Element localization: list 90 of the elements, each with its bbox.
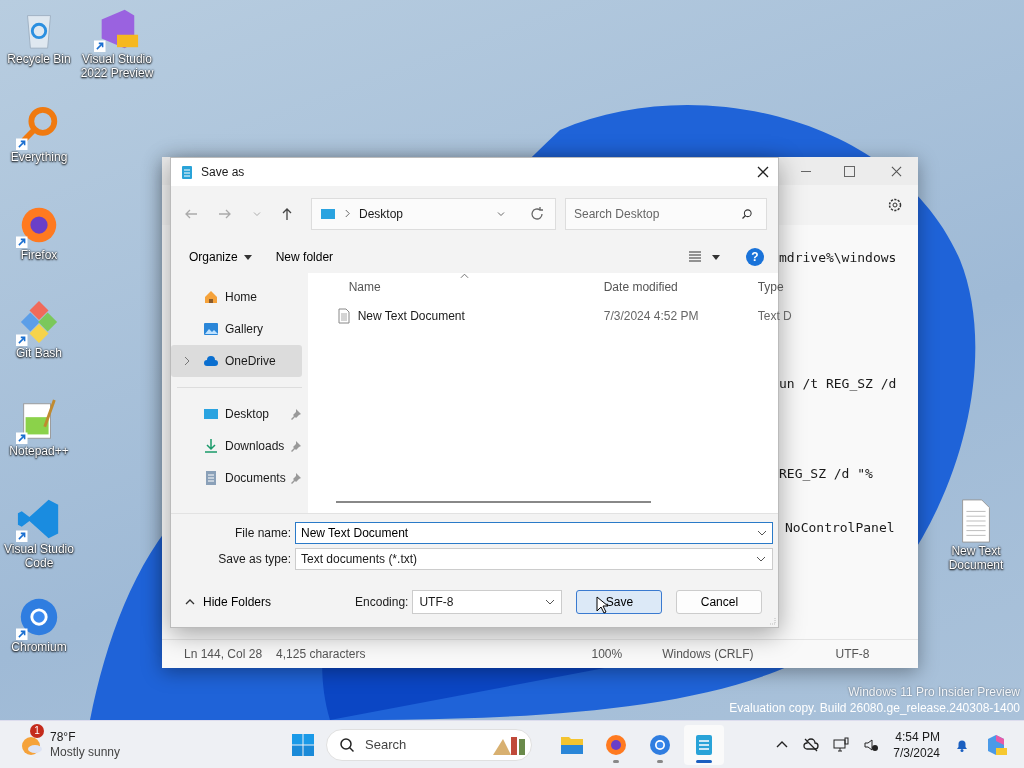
- file-name-field[interactable]: New Text Document: [295, 521, 773, 544]
- navigation-item[interactable]: Downloads: [171, 430, 302, 462]
- desktop-icon-label: Firefox: [19, 248, 59, 262]
- status-bar-item: Windows (CRLF): [662, 647, 754, 661]
- desktop-icon-label: Visual Studio Code: [3, 542, 75, 570]
- cancel-button[interactable]: Cancel: [676, 590, 763, 614]
- desktop-icon-label: Everything: [9, 150, 69, 164]
- sort-caret-icon[interactable]: [459, 273, 469, 279]
- refresh-icon[interactable]: [529, 205, 545, 222]
- help-button[interactable]: ?: [746, 248, 764, 266]
- firefox-app-icon: [604, 732, 628, 757]
- chromium-app-icon: [648, 732, 672, 757]
- field-label: Save as type:: [217, 551, 292, 566]
- desktop-icon-label: Chromium: [10, 640, 68, 654]
- close-icon[interactable]: [757, 166, 769, 178]
- notepad-icon: [179, 164, 195, 180]
- status-bar-item: Ln 144, Col 28: [184, 647, 263, 661]
- column-header[interactable]: Date modified: [595, 280, 750, 294]
- taskbar-search-box[interactable]: Search: [326, 728, 532, 761]
- pin-icon: [289, 472, 302, 484]
- code-line: mdrive%\windows: [779, 249, 897, 267]
- caret-icon: [243, 254, 252, 260]
- save-button[interactable]: Save: [576, 590, 663, 614]
- clock-date[interactable]: 7/3/2024: [893, 744, 940, 761]
- navigation-item[interactable]: Home: [171, 281, 302, 313]
- cloud-offline-icon[interactable]: [803, 736, 820, 753]
- new-folder-button[interactable]: New folder: [267, 246, 342, 268]
- dialog-title: Save as: [201, 165, 245, 179]
- code-line: NoControlPanel: [785, 519, 895, 537]
- desktop-icon-label: Recycle Bin: [6, 52, 72, 66]
- hide-folders-button[interactable]: Hide Folders: [181, 591, 276, 613]
- pin-icon: [289, 408, 302, 420]
- weather-condition: Mostly sunny: [50, 744, 121, 760]
- code-line: REG_SZ /d "%: [779, 465, 873, 483]
- column-header[interactable]: Name: [348, 280, 596, 294]
- search-field[interactable]: Search Desktop: [565, 197, 767, 230]
- scrollbar[interactable]: [335, 501, 651, 503]
- field-label: File name:: [233, 525, 292, 540]
- taskbar-app[interactable]: [684, 724, 724, 765]
- desktop-icon-label: New Text Document: [947, 544, 1005, 572]
- file-type-dropdown[interactable]: Text documents (*.txt): [295, 547, 773, 570]
- search-icon: [339, 736, 355, 753]
- status-bar-item: 100%: [591, 647, 623, 661]
- minimize-icon[interactable]: [801, 170, 811, 172]
- field-label: Encoding:: [355, 595, 409, 609]
- watermark-text: Evaluation copy. Build 26080.ge_release.240308-1400: [729, 700, 1020, 716]
- file-type: Text D: [756, 309, 792, 323]
- chevron-up-icon: [185, 599, 195, 605]
- documents-icon: [203, 470, 219, 486]
- watermark-text: Windows 11 Pro Insider Preview: [848, 684, 1020, 700]
- gallery-icon: [203, 321, 219, 337]
- text-file-icon: [335, 308, 352, 324]
- clock-time[interactable]: 4:54 PM: [895, 728, 940, 745]
- chevron-down-icon: [545, 599, 556, 605]
- maximize-icon[interactable]: [844, 165, 855, 177]
- organize-menu-button[interactable]: Organize: [181, 246, 260, 268]
- navigation-item[interactable]: Gallery: [171, 313, 302, 345]
- notification-badge: 1: [30, 723, 44, 738]
- caret-icon: [712, 254, 720, 260]
- encoding-dropdown[interactable]: UTF-8: [412, 590, 563, 614]
- home-icon: [203, 289, 219, 305]
- desktop-icon-label: Notepad++: [8, 444, 70, 458]
- speaker-muted-icon[interactable]: [863, 736, 880, 753]
- code-line: un /t REG_SZ /d: [779, 375, 897, 393]
- address-bar[interactable]: Desktop: [311, 197, 556, 230]
- download-icon: [203, 438, 219, 454]
- cloud-icon: [203, 353, 219, 369]
- file-date: 7/3/2024 4:52 PM: [602, 309, 700, 323]
- navigation-item[interactable]: Desktop: [171, 398, 302, 430]
- network-monitor-icon[interactable]: [833, 736, 850, 753]
- status-bar-item: UTF-8: [835, 647, 870, 661]
- desktop-icon: [203, 406, 219, 422]
- weather-temperature: 78°F: [50, 729, 77, 745]
- status-bar-item: 4,125 characters: [276, 647, 366, 661]
- expand-chevron-icon[interactable]: [183, 356, 191, 366]
- mouse-cursor-icon: [596, 596, 608, 614]
- navigation-item[interactable]: Documents: [171, 462, 302, 494]
- file-name[interactable]: New Text Document: [357, 309, 465, 323]
- desktop-icon-label: Visual Studio 2022 Preview: [79, 52, 155, 80]
- search-icon: [741, 207, 753, 220]
- desktop-icon-label: Git Bash: [15, 346, 63, 360]
- chevron-down-icon[interactable]: [757, 529, 767, 536]
- breadcrumb-chevron-icon: [344, 209, 351, 218]
- column-header[interactable]: Type: [749, 280, 784, 294]
- list-view-icon: [688, 250, 702, 264]
- start-button-icon[interactable]: [291, 732, 315, 757]
- navigation-item[interactable]: OneDrive: [171, 345, 302, 377]
- pin-icon: [289, 440, 302, 452]
- chevron-down-icon: [756, 555, 766, 562]
- settings-icon[interactable]: [887, 197, 903, 213]
